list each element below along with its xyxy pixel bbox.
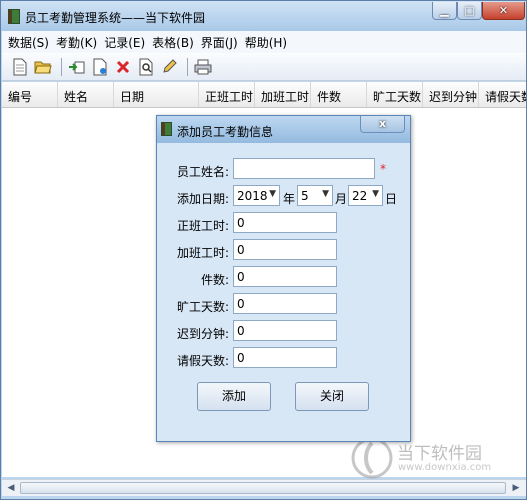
leave-days-input[interactable]: 0: [233, 347, 337, 368]
column-header[interactable]: 请假天数: [479, 82, 526, 107]
watermark: 当下软件园 www.downxia.com: [351, 437, 501, 481]
edit-icon[interactable]: [159, 57, 179, 77]
dialog-close-button[interactable]: x: [360, 116, 405, 133]
late-minutes-input[interactable]: 0: [233, 320, 337, 341]
title-bar: 员工考勤管理系统——当下软件园 ▁ □ ✕: [1, 1, 526, 31]
field-label: 件数:: [200, 273, 229, 287]
overtime-hours-input[interactable]: 0: [233, 239, 337, 260]
chevron-down-icon: ▼: [322, 189, 329, 199]
menu-records[interactable]: 记录(E): [104, 34, 145, 51]
menu-attendance[interactable]: 考勤(K): [56, 34, 97, 51]
name-label: 员工姓名:: [176, 165, 229, 179]
close-button[interactable]: ✕: [482, 2, 525, 20]
menu-interface[interactable]: 界面(J): [201, 34, 238, 51]
import-icon[interactable]: [67, 57, 87, 77]
chevron-down-icon: ▼: [269, 189, 276, 199]
field-label: 正班工时:: [176, 219, 229, 233]
close-dialog-button[interactable]: 关闭: [295, 382, 369, 411]
print-icon[interactable]: [193, 57, 213, 77]
menu-table[interactable]: 表格(B): [152, 34, 194, 51]
app-icon: [8, 9, 20, 24]
date-label: 添加日期:: [176, 192, 229, 206]
dialog-app-icon: [161, 122, 172, 136]
column-header[interactable]: 正班工时: [199, 82, 255, 107]
menu-bar: 数据(S) 考勤(K) 记录(E) 表格(B) 界面(J) 帮助(H): [2, 31, 526, 53]
column-header[interactable]: 日期: [114, 82, 199, 107]
field-label: 加班工时:: [176, 246, 229, 260]
day-value: 22: [352, 189, 368, 203]
maximize-icon: □: [464, 4, 475, 17]
chevron-down-icon: ▼: [372, 189, 379, 199]
scroll-thumb[interactable]: [20, 482, 506, 494]
watermark-name: 当下软件园: [397, 444, 482, 464]
month-select[interactable]: 5 ▼: [297, 185, 333, 206]
required-mark: *: [380, 162, 386, 176]
add-attendance-dialog: 添加员工考勤信息 x 员工姓名: * 添加日期: 2018 ▼ 年 5 ▼ 月 …: [156, 115, 411, 442]
delete-icon[interactable]: [113, 57, 133, 77]
month-unit: 月: [335, 192, 348, 206]
column-header[interactable]: 迟到分钟: [423, 82, 479, 107]
toolbar: [2, 53, 526, 81]
year-value: 2018: [237, 189, 268, 203]
regular-hours-input[interactable]: 0: [233, 212, 337, 233]
day-unit: 日: [385, 192, 398, 206]
month-value: 5: [301, 189, 309, 203]
watermark-logo-icon: [351, 437, 393, 479]
day-select[interactable]: 22 ▼: [348, 185, 383, 206]
field-label: 迟到分钟:: [176, 327, 229, 341]
dialog-title-bar: 添加员工考勤信息 x: [157, 116, 410, 143]
find-icon[interactable]: [136, 57, 156, 77]
column-header[interactable]: 件数: [311, 82, 367, 107]
window-title: 员工考勤管理系统——当下软件园: [25, 11, 206, 25]
close-icon: ✕: [498, 4, 509, 17]
open-folder-icon[interactable]: [33, 57, 53, 77]
scroll-left-icon[interactable]: ◀: [3, 481, 19, 495]
absent-days-input[interactable]: 0: [233, 293, 337, 314]
employee-name-input[interactable]: [233, 158, 375, 179]
add-button[interactable]: 添加: [197, 382, 271, 411]
column-header[interactable]: 加班工时: [255, 82, 311, 107]
column-header[interactable]: 姓名: [58, 82, 114, 107]
export-icon[interactable]: [90, 57, 110, 77]
watermark-url: www.downxia.com: [398, 462, 492, 473]
maximize-button[interactable]: □: [457, 2, 482, 20]
menu-data[interactable]: 数据(S): [8, 34, 49, 51]
year-unit: 年: [283, 192, 296, 206]
year-select[interactable]: 2018 ▼: [233, 185, 280, 206]
dialog-body: 员工姓名: * 添加日期: 2018 ▼ 年 5 ▼ 月 22 ▼ 日 正班工时…: [157, 143, 410, 441]
grid-header: 编号 姓名 日期 正班工时 加班工时 件数 旷工天数 迟到分钟 请假天数: [2, 82, 526, 108]
field-label: 请假天数:: [176, 354, 229, 368]
field-label: 旷工天数:: [176, 300, 229, 314]
scroll-right-icon[interactable]: ▶: [508, 481, 524, 495]
horizontal-scrollbar[interactable]: ◀ ▶: [2, 479, 526, 496]
menu-help[interactable]: 帮助(H): [245, 34, 287, 51]
new-icon[interactable]: [10, 57, 30, 77]
column-header[interactable]: 旷工天数: [367, 82, 423, 107]
minimize-icon: ▁: [440, 4, 449, 17]
close-icon: x: [378, 117, 387, 130]
piece-count-input[interactable]: 0: [233, 266, 337, 287]
minimize-button[interactable]: ▁: [432, 2, 457, 20]
column-header[interactable]: 编号: [2, 82, 58, 107]
dialog-title: 添加员工考勤信息: [177, 125, 274, 139]
